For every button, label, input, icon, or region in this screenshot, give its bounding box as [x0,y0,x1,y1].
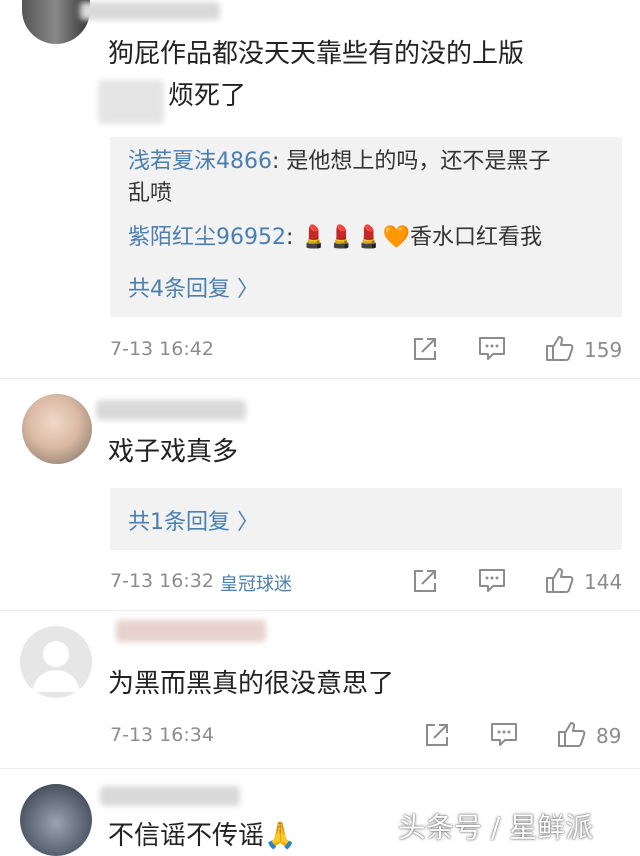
username-redacted[interactable] [96,400,246,420]
default-avatar-icon [32,641,80,692]
avatar[interactable] [22,394,92,464]
redacted-area [98,80,164,124]
reply-item[interactable]: 紫陌红尘96952: 💄💄💄🧡香水口红看我 [128,221,542,255]
thumbs-up-icon[interactable] [545,334,575,362]
reply-username[interactable]: 浅若夏沫4866 [128,149,272,174]
reply-item[interactable]: 浅若夏沫4866: 是他想上的吗，还不是黑子 [128,145,550,179]
share-icon[interactable] [424,722,450,748]
avatar[interactable] [20,784,92,856]
comment-text: 狗屁作品都没天天靠些有的没的上版 [108,39,525,69]
divider [0,768,640,769]
comment-text: 不信谣不传谣🙏 [108,821,297,851]
reply-text: : 💄💄💄🧡香水口红看我 [286,225,542,250]
comment-text: 戏子戏真多 [108,437,239,467]
thumbs-up-icon[interactable] [557,720,587,748]
watermark: 头条号 / 星鲜派 [398,811,594,844]
share-icon[interactable] [412,336,438,362]
username-redacted[interactable] [100,786,240,806]
reply-username[interactable]: 紫陌红尘96952 [128,225,286,250]
like-count: 89 [596,724,622,748]
comment-icon[interactable] [490,722,518,748]
reply-text: : 是他想上的吗，还不是黑子 [272,149,551,174]
comment-text: 为黑而黑真的很没意思了 [108,669,395,699]
avatar[interactable] [20,626,92,698]
user-badge[interactable]: 皇冠球迷 [220,570,292,596]
comment-text-continued: 烦死了 [168,81,247,111]
timestamp: 7-13 16:34 [110,724,214,746]
more-replies-link[interactable]: 共1条回复 〉 [128,504,259,536]
username-redacted[interactable] [116,620,266,642]
like-count: 144 [584,570,623,594]
timestamp: 7-13 16:32 [110,570,214,592]
divider [0,378,640,379]
divider [0,610,640,611]
username-redacted[interactable] [80,2,220,20]
share-icon[interactable] [412,568,438,594]
more-replies-link[interactable]: 共4条回复 〉 [128,271,259,303]
reply-box: 共1条回复 〉 [110,488,622,550]
like-count: 159 [584,338,623,362]
timestamp: 7-13 16:42 [110,338,214,360]
comment-icon[interactable] [478,568,506,594]
reply-box: 浅若夏沫4866: 是他想上的吗，还不是黑子 乱喷 紫陌红尘96952: 💄💄💄… [110,137,622,317]
reply-text-continued: 乱喷 [128,181,173,206]
comment-icon[interactable] [478,336,506,362]
thumbs-up-icon[interactable] [545,566,575,594]
